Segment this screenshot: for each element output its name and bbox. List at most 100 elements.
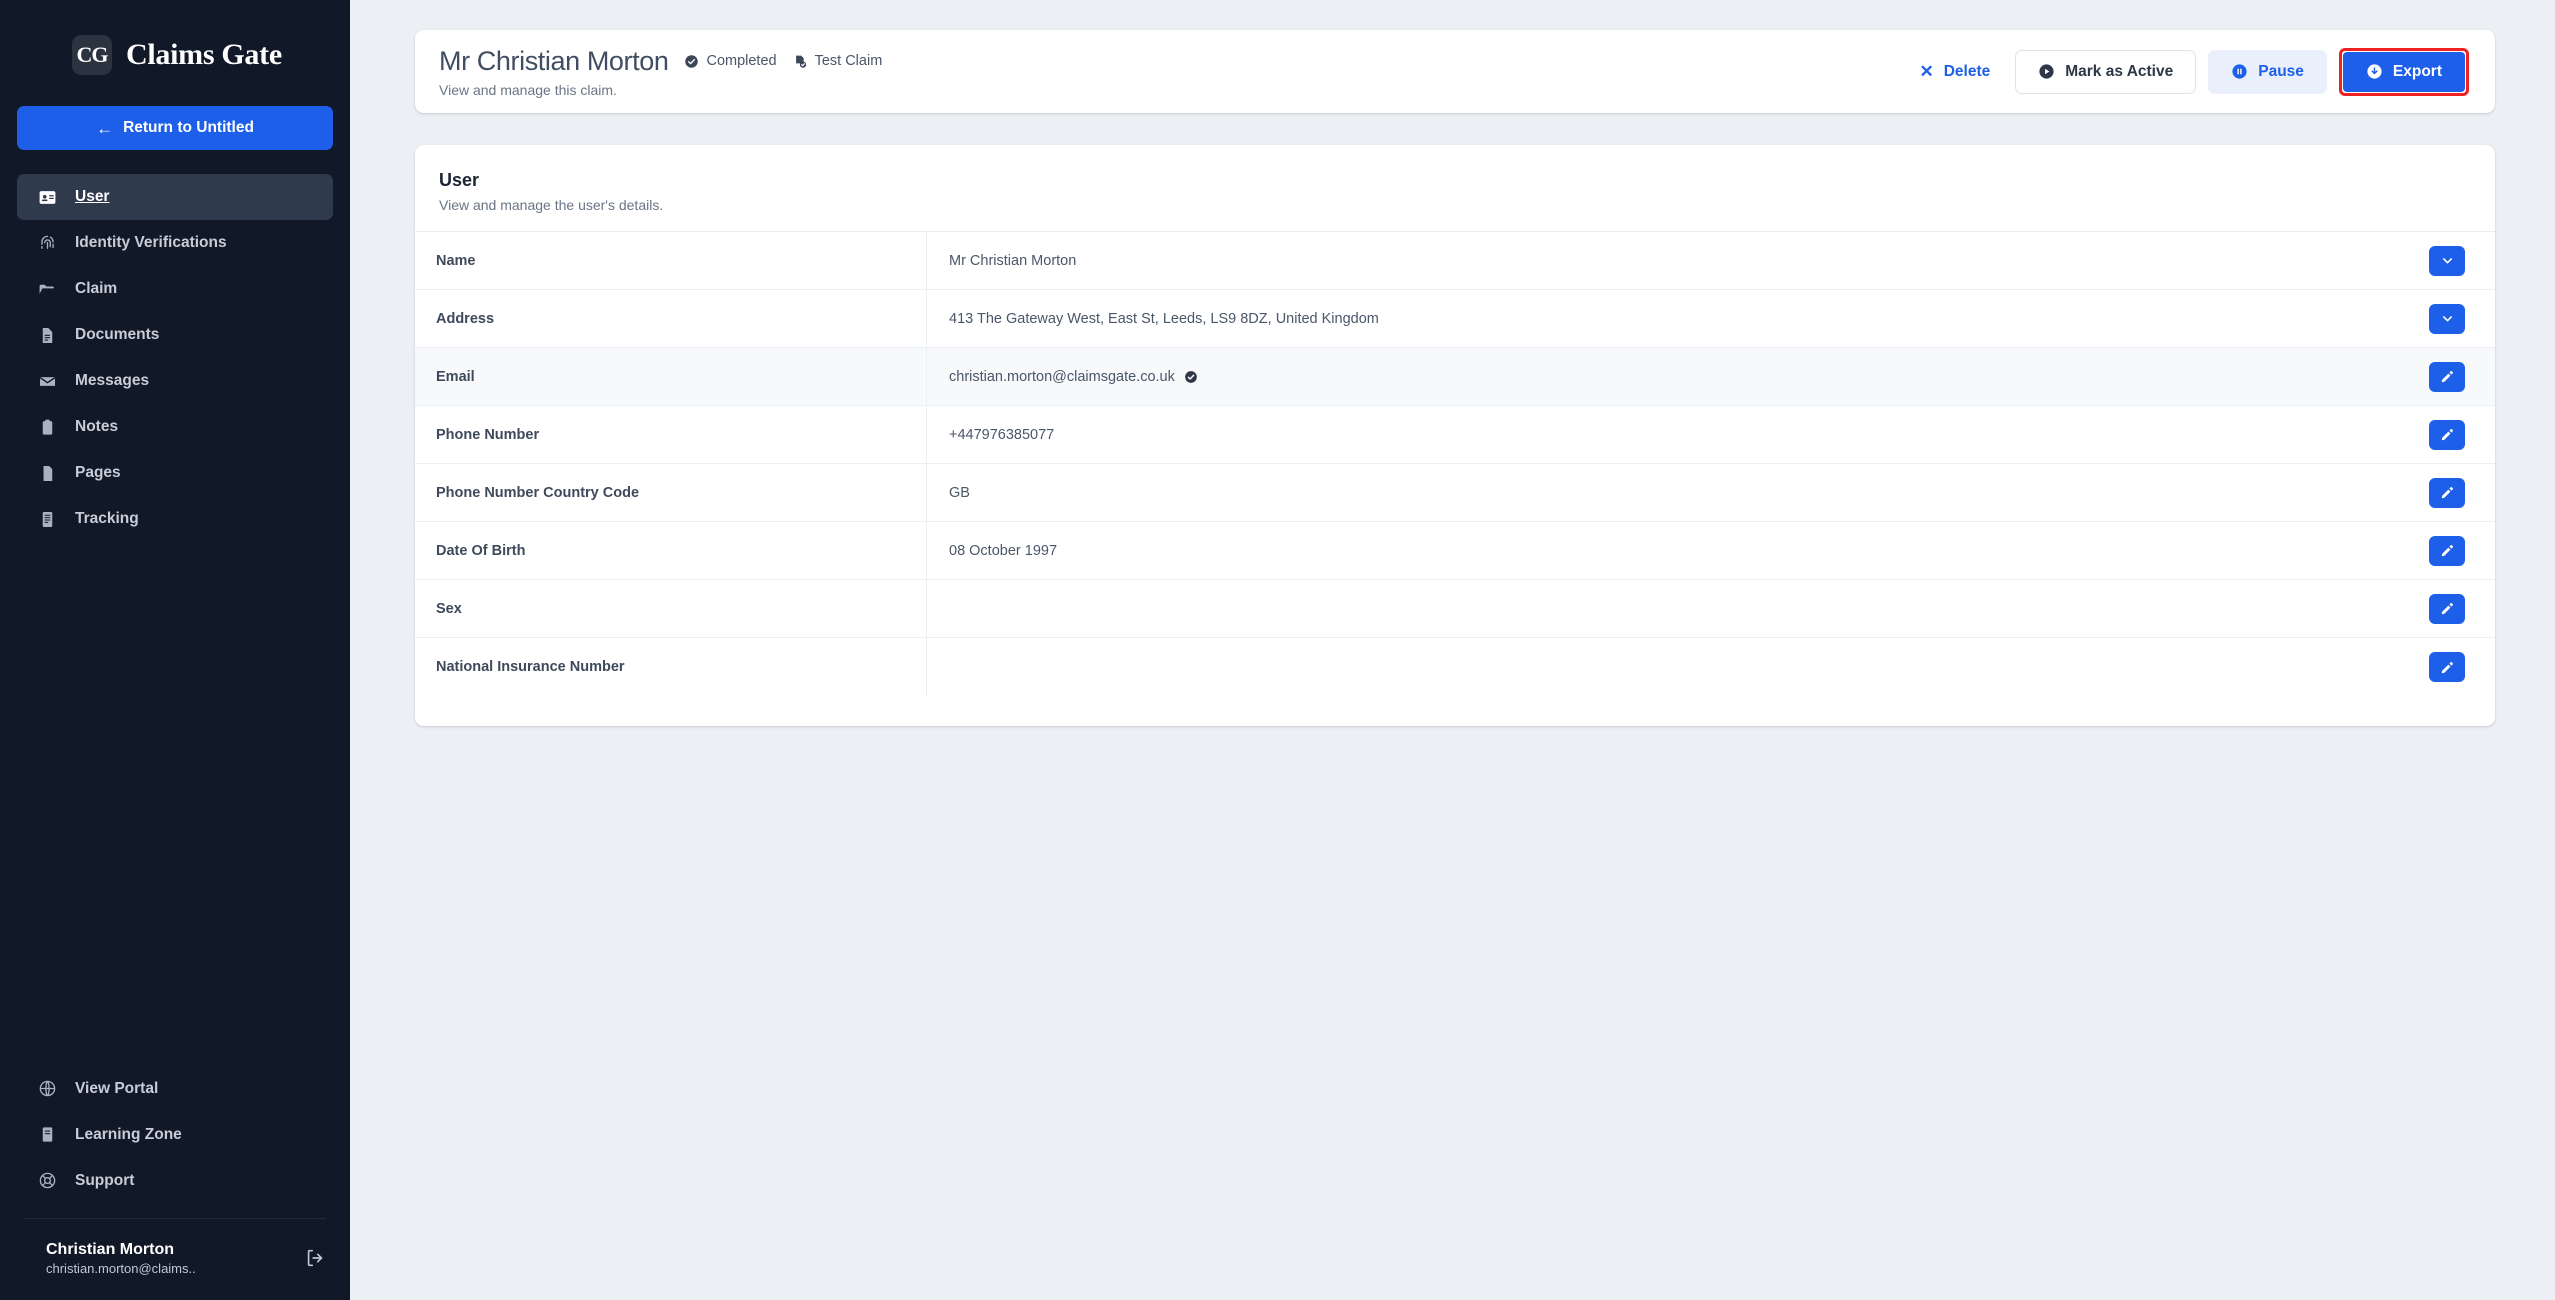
app-root: CG Claims Gate ← Return to Untitled User… [0, 0, 2555, 1300]
table-row: Address 413 The Gateway West, East St, L… [415, 290, 2495, 348]
row-label: National Insurance Number [415, 638, 927, 696]
status-badge-label: Test Claim [814, 53, 883, 69]
row-value: christian.morton@claimsgate.co.uk [927, 348, 2399, 405]
sidebar-item-documents[interactable]: Documents [17, 312, 333, 358]
user-details-card: User View and manage the user's details.… [415, 145, 2495, 726]
export-button[interactable]: Export [2342, 51, 2465, 92]
table-row: Phone Number Country Code GB [415, 464, 2495, 522]
row-value [927, 638, 2399, 696]
status-badge-test-claim: Test Claim [793, 53, 883, 69]
row-value [927, 580, 2399, 637]
sidebar-item-identity-verifications[interactable]: Identity Verifications [17, 220, 333, 266]
return-button-label: Return to Untitled [123, 119, 254, 136]
sidebar-item-label: User [75, 188, 110, 205]
sidebar-item-messages[interactable]: Messages [17, 358, 333, 404]
main-content: Mr Christian Morton Completed Test Claim [350, 0, 2555, 1300]
export-button-label: Export [2392, 62, 2442, 80]
status-badge-completed: Completed [684, 53, 777, 69]
folder-open-icon [37, 279, 57, 299]
sidebar-bottom: View Portal Learning Zone Support Christ… [0, 1066, 350, 1300]
row-value-text: GB [949, 484, 970, 501]
account-email: christian.morton@claims.. [46, 1261, 196, 1277]
sidebar-item-label: Tracking [75, 510, 139, 527]
row-action-cell [2399, 522, 2495, 579]
sidebar-item-pages[interactable]: Pages [17, 450, 333, 496]
row-value: 08 October 1997 [927, 522, 2399, 579]
clipboard-icon [37, 417, 57, 437]
row-action-pencil-icon[interactable] [2429, 535, 2465, 566]
fingerprint-icon [37, 233, 57, 253]
row-action-pencil-icon[interactable] [2429, 593, 2465, 624]
row-label: Address [415, 290, 927, 347]
user-card-subtitle: View and manage the user's details. [439, 197, 664, 213]
row-action-pencil-icon[interactable] [2429, 419, 2465, 450]
row-action-pencil-icon[interactable] [2429, 652, 2465, 682]
delete-button[interactable]: ✕ Delete [1906, 50, 2003, 94]
book-icon [37, 1125, 57, 1145]
claim-header-info: Mr Christian Morton Completed Test Claim [433, 46, 1906, 98]
row-value-text: +447976385077 [949, 426, 1055, 443]
account-name: Christian Morton [46, 1240, 174, 1258]
list-receipt-icon [37, 509, 57, 529]
brand-name: Claims Gate [126, 38, 282, 71]
row-action-chevron-down-icon[interactable] [2429, 303, 2465, 334]
arrow-left-icon: ← [96, 118, 114, 138]
page-icon [37, 463, 57, 483]
verified-icon [1184, 370, 1198, 384]
row-action-cell [2399, 232, 2495, 289]
sidebar-item-label: Messages [75, 372, 150, 389]
pause-button[interactable]: Pause [2208, 49, 2327, 94]
row-value: +447976385077 [927, 406, 2399, 463]
pause-button-label: Pause [2258, 62, 2304, 80]
row-label: Name [415, 232, 927, 289]
row-label: Date Of Birth [415, 522, 927, 579]
mark-as-active-button[interactable]: Mark as Active [2015, 49, 2197, 94]
check-circle-icon [684, 54, 699, 69]
sidebar-nav: User Identity Verifications Claim Docume… [0, 174, 350, 542]
status-badge-label: Completed [706, 53, 777, 69]
row-value-text: 413 The Gateway West, East St, Leeds, LS… [949, 310, 1379, 327]
sidebar-item-label: Claim [75, 280, 118, 297]
delete-button-label: Delete [1943, 62, 1991, 80]
x-icon: ✕ [1919, 62, 1934, 81]
row-label: Phone Number [415, 406, 927, 463]
sidebar-item-label: Learning Zone [75, 1125, 182, 1143]
row-value-text: christian.morton@claimsgate.co.uk [949, 368, 1175, 385]
row-action-cell [2399, 638, 2495, 696]
sidebar-item-learning-zone[interactable]: Learning Zone [17, 1112, 333, 1158]
account-box[interactable]: Christian Morton christian.morton@claims… [0, 1219, 350, 1288]
user-details-table: Name Mr Christian Morton Address 413 The… [415, 231, 2495, 696]
return-to-untitled-button[interactable]: ← Return to Untitled [17, 106, 333, 150]
row-action-pencil-icon[interactable] [2429, 477, 2465, 508]
table-row: Phone Number +447976385077 [415, 406, 2495, 464]
sidebar-item-claim[interactable]: Claim [17, 266, 333, 312]
table-row: Email christian.morton@claimsgate.co.uk [415, 348, 2495, 406]
row-action-chevron-down-icon[interactable] [2429, 245, 2465, 276]
pause-circle-icon [2231, 63, 2248, 80]
sidebar-item-user[interactable]: User [17, 174, 333, 220]
document-text-icon [37, 325, 57, 345]
table-row: Sex [415, 580, 2495, 638]
sidebar-item-view-portal[interactable]: View Portal [17, 1066, 333, 1112]
table-row: Name Mr Christian Morton [415, 232, 2495, 290]
mark-as-active-label: Mark as Active [2065, 62, 2174, 80]
row-action-cell [2399, 464, 2495, 521]
sidebar-item-support[interactable]: Support [17, 1158, 333, 1204]
sidebar-item-label: Documents [75, 326, 160, 343]
row-value: 413 The Gateway West, East St, Leeds, LS… [927, 290, 2399, 347]
user-card-title: User [439, 170, 480, 190]
row-action-pencil-icon[interactable] [2429, 361, 2465, 392]
id-card-icon [37, 187, 57, 207]
page-subtitle: View and manage this claim. [439, 81, 617, 98]
logout-icon[interactable] [304, 1247, 326, 1269]
sidebar-item-label: Identity Verifications [75, 234, 227, 251]
row-value: GB [927, 464, 2399, 521]
export-button-highlight: Export [2338, 47, 2469, 96]
page-title: Mr Christian Morton [439, 45, 669, 76]
globe-icon [37, 1079, 57, 1099]
row-label: Phone Number Country Code [415, 464, 927, 521]
sidebar-item-notes[interactable]: Notes [17, 404, 333, 450]
account-meta: Christian Morton christian.morton@claims… [46, 1239, 304, 1278]
row-action-cell [2399, 348, 2495, 405]
sidebar-item-tracking[interactable]: Tracking [17, 496, 333, 542]
